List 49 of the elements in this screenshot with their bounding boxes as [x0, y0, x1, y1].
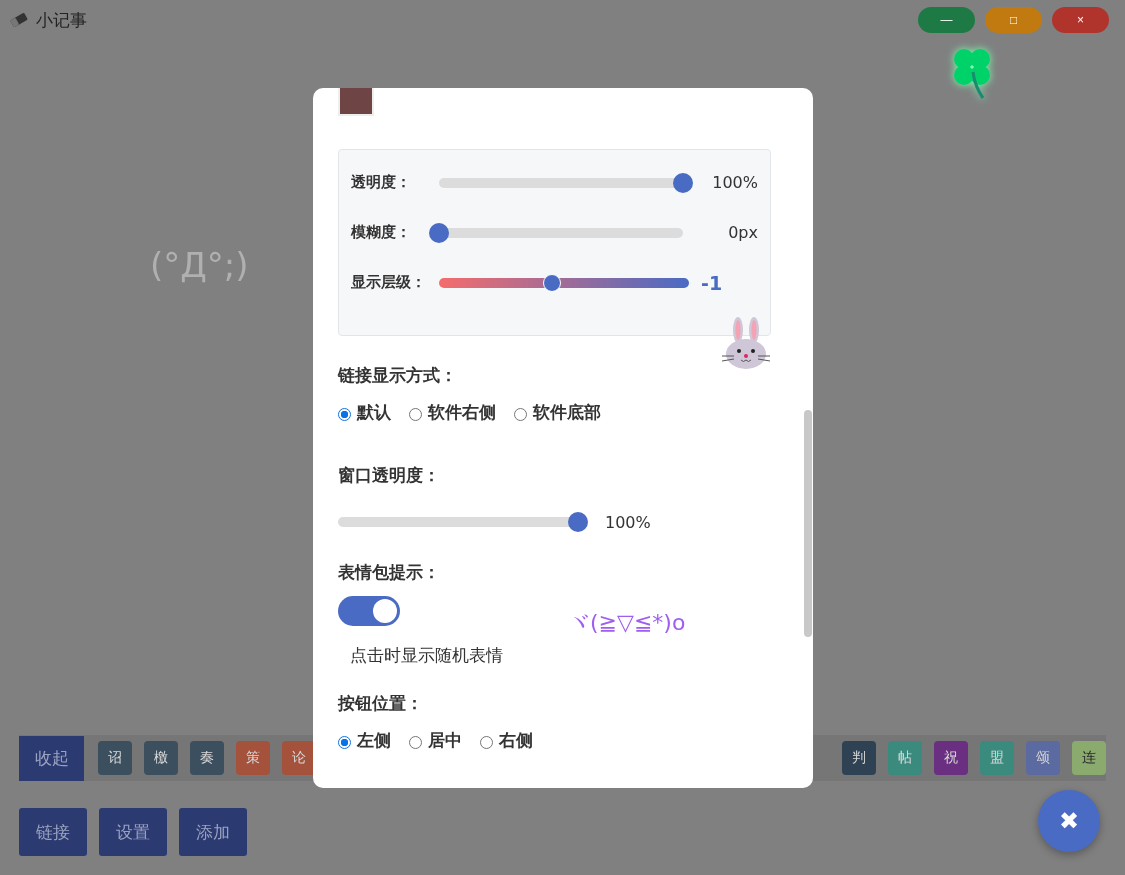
radio-option[interactable]: 默认: [338, 401, 391, 424]
tag[interactable]: 盟: [980, 741, 1014, 775]
close-button[interactable]: ×: [1052, 7, 1109, 33]
color-swatch[interactable]: [338, 88, 374, 116]
tag[interactable]: 奏: [190, 741, 224, 775]
slider-label: 显示层级：: [351, 273, 427, 292]
tag[interactable]: 祝: [934, 741, 968, 775]
kaomoji: ヾ(≧▽≦*)o: [568, 609, 686, 637]
slider-thumb[interactable]: [429, 222, 449, 243]
radio-button[interactable]: [338, 736, 351, 749]
slider-value: 100%: [712, 173, 758, 192]
slider-thumb[interactable]: [542, 273, 561, 292]
close-fab[interactable]: ✖: [1038, 790, 1100, 852]
tag[interactable]: 诏: [98, 741, 132, 775]
action-button[interactable]: 设置: [99, 808, 167, 856]
toggle-switch[interactable]: [338, 596, 400, 626]
scrollbar[interactable]: [804, 410, 812, 637]
slider-thumb[interactable]: [568, 512, 588, 532]
section-heading: 按钮位置：: [338, 692, 423, 715]
radio-option[interactable]: 左侧: [338, 729, 391, 752]
rabbit-icon: [720, 316, 772, 370]
tag[interactable]: 连: [1072, 741, 1106, 775]
section-heading: 表情包提示：: [338, 561, 440, 584]
slider-value: 0px: [728, 223, 758, 242]
radio-option[interactable]: 软件右侧: [409, 401, 496, 424]
tag[interactable]: 檄: [144, 741, 178, 775]
toggle-description: 点击时显示随机表情: [350, 644, 503, 667]
section-heading: 链接显示方式：: [338, 364, 457, 387]
window-title: 小记事: [36, 8, 87, 32]
tag[interactable]: 判: [842, 741, 876, 775]
slider-label: 模糊度：: [351, 223, 412, 242]
section-heading: 窗口透明度：: [338, 464, 440, 487]
radio-option[interactable]: 右侧: [480, 729, 533, 752]
radio-option[interactable]: 软件底部: [514, 401, 601, 424]
minimize-button[interactable]: —: [918, 7, 975, 33]
slider-thumb[interactable]: [673, 172, 693, 193]
tag[interactable]: 论: [282, 741, 316, 775]
tag[interactable]: 颂: [1026, 741, 1060, 775]
slider-label: 透明度：: [351, 173, 412, 192]
tag[interactable]: 策: [236, 741, 270, 775]
radio-button[interactable]: [338, 408, 351, 421]
action-button[interactable]: 链接: [19, 808, 87, 856]
maximize-button[interactable]: □: [985, 7, 1042, 33]
tag[interactable]: 帖: [888, 741, 922, 775]
radio-option[interactable]: 居中: [409, 729, 462, 752]
slider-value: -1: [701, 271, 723, 294]
action-button[interactable]: 添加: [179, 808, 247, 856]
slider-value: 100%: [605, 512, 651, 532]
collapse-button[interactable]: 收起: [19, 735, 84, 781]
